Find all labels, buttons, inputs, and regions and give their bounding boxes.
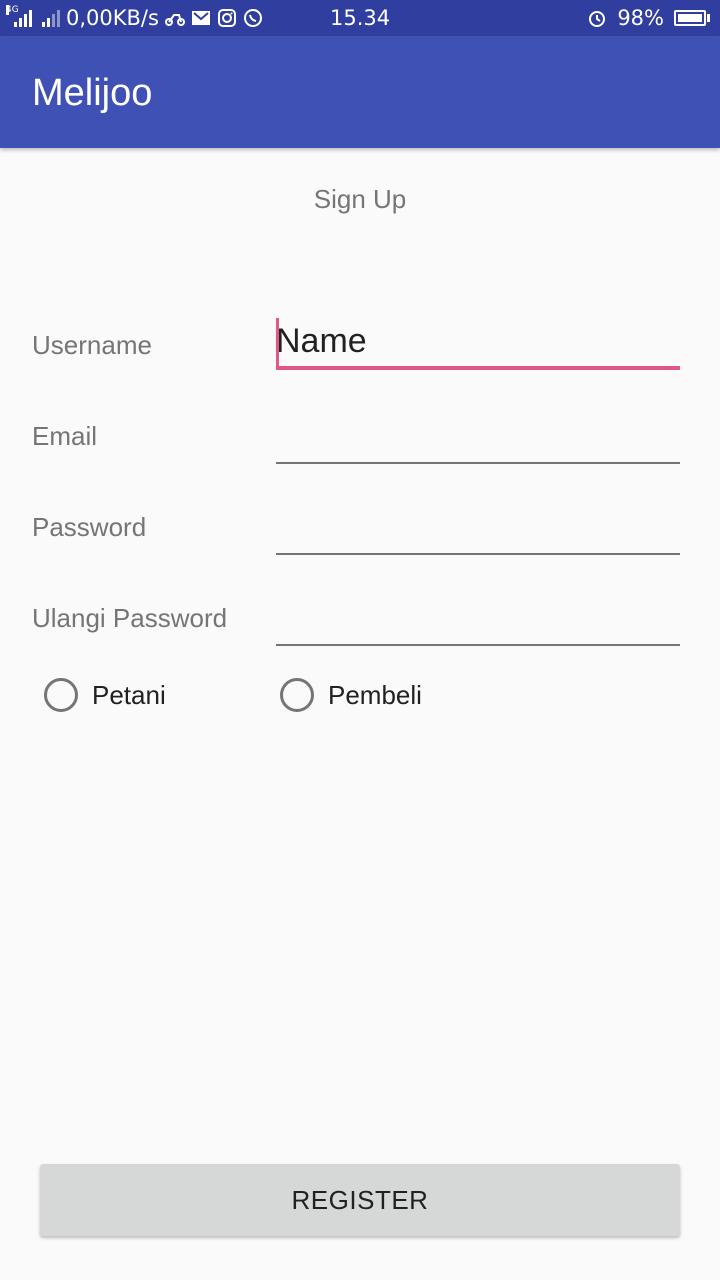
username-label: Username xyxy=(32,330,152,360)
gmail-icon xyxy=(191,8,211,28)
status-bar: 4G 0,00KB/s 15.34 98% xyxy=(0,0,720,36)
radio-petani-label: Petani xyxy=(92,679,166,710)
confirm-password-label: Ulangi Password xyxy=(32,603,228,633)
signal-alt-icon xyxy=(38,9,60,27)
status-right: 98% xyxy=(587,0,710,36)
battery-icon xyxy=(674,10,710,26)
page-title: Sign Up xyxy=(313,184,407,214)
username-input[interactable] xyxy=(276,320,680,370)
password-label: Password xyxy=(32,512,147,542)
password-input[interactable] xyxy=(276,505,680,555)
whatsapp-icon xyxy=(243,8,263,28)
bike-icon xyxy=(164,8,185,28)
radio-circle-icon[interactable] xyxy=(280,678,314,712)
register-button[interactable]: REGISTER xyxy=(40,1164,680,1236)
radio-circle-icon[interactable] xyxy=(44,678,78,712)
status-left: 4G 0,00KB/s xyxy=(6,0,263,36)
radio-pembeli[interactable]: Pembeli xyxy=(280,674,422,716)
app-title: Melijoo xyxy=(32,72,153,114)
alarm-icon xyxy=(587,8,607,28)
radio-petani[interactable]: Petani xyxy=(44,674,166,716)
email-input[interactable] xyxy=(276,414,680,464)
instagram-icon xyxy=(217,8,237,28)
status-time: 15.34 xyxy=(330,6,391,30)
text-cursor xyxy=(276,318,279,366)
confirm-password-input[interactable] xyxy=(276,596,680,646)
email-label: Email xyxy=(32,421,98,451)
radio-pembeli-label: Pembeli xyxy=(328,679,422,710)
app-bar: Melijoo xyxy=(0,36,720,148)
network-type: 4G xyxy=(6,5,19,15)
data-speed: 0,00KB/s xyxy=(66,6,159,30)
battery-percent: 98% xyxy=(617,6,664,30)
signal-icon: 4G xyxy=(6,5,32,27)
